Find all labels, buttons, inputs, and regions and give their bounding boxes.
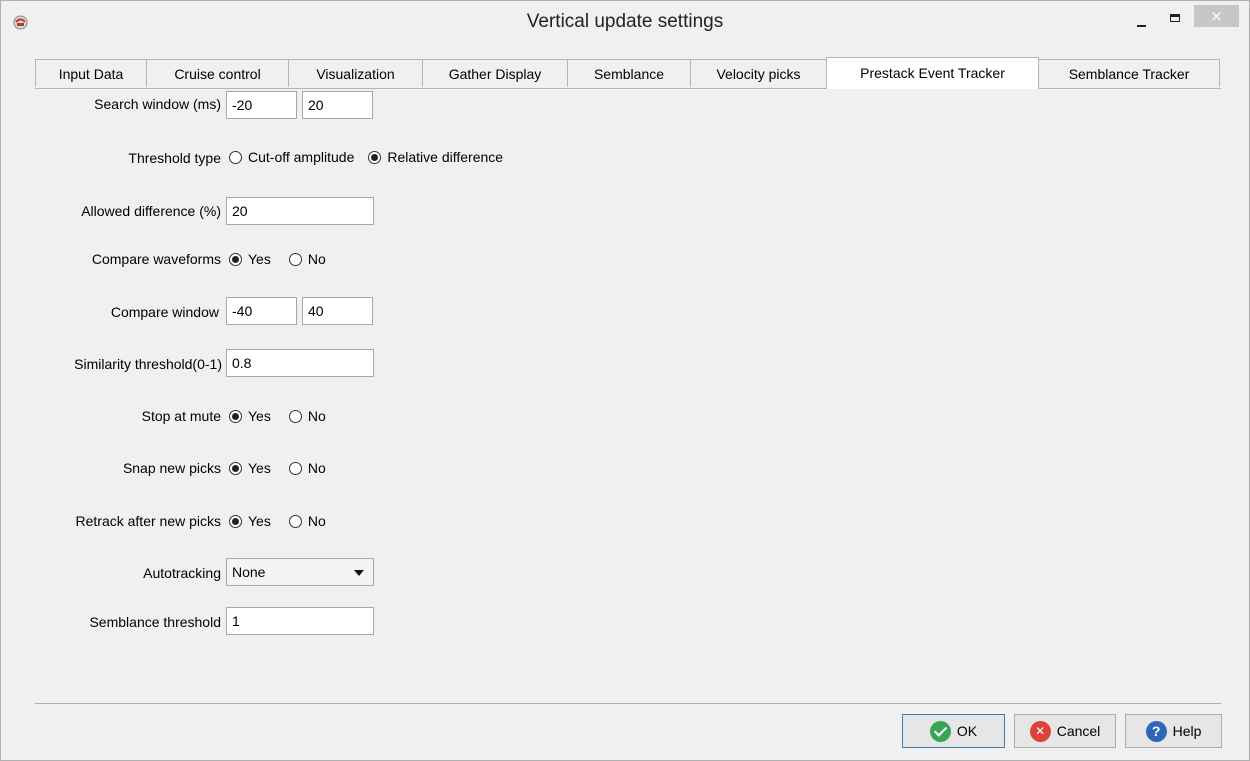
search-window-max-field[interactable] [302,91,373,119]
retrack-yes-label: Yes [248,513,271,529]
snap-new-picks-no-label: No [307,460,326,476]
help-button[interactable]: ? Help [1125,714,1222,748]
snap-new-picks-radio-group: Yes No [229,460,344,476]
stop-at-mute-no-radio[interactable]: No [288,408,326,424]
radio-unchecked-icon [288,461,302,475]
similarity-threshold-field[interactable] [226,349,374,377]
retrack-yes-radio[interactable]: Yes [229,513,271,529]
search-window-min-field[interactable] [226,91,297,119]
cancel-icon: ✕ [1029,720,1051,742]
help-icon: ? [1145,720,1167,742]
autotracking-value: None [232,564,266,580]
compare-waveforms-yes-radio[interactable]: Yes [229,251,271,267]
ok-label: OK [956,723,978,739]
window-title: Vertical update settings [526,11,724,32]
stop-at-mute-label: Stop at mute [141,408,221,424]
retrack-radio-group: Yes No [229,513,344,529]
autotracking-select[interactable]: None [226,558,374,586]
radio-unchecked-icon [288,409,302,423]
compare-window-label: Compare window [110,304,219,320]
retrack-after-new-picks-label: Retrack after new picks [75,513,222,529]
radio-unchecked-icon [288,252,302,266]
tab-divider [35,88,1221,89]
compare-waveforms-label: Compare waveforms [91,251,221,267]
tab-gather-display[interactable]: Gather Display [422,59,568,87]
tab-cruise-control[interactable]: Cruise control [146,59,289,87]
threshold-relative-label: Relative difference [387,149,504,165]
tab-semblance-tracker[interactable]: Semblance Tracker [1038,59,1220,87]
stop-at-mute-yes-radio[interactable]: Yes [229,408,271,424]
snap-new-picks-yes-radio[interactable]: Yes [229,460,271,476]
stop-at-mute-no-label: No [307,408,326,424]
retrack-no-label: No [307,513,326,529]
tab-input-data[interactable]: Input Data [35,59,147,87]
tab-semblance[interactable]: Semblance [567,59,691,87]
threshold-relative-radio[interactable]: Relative difference [368,149,503,165]
threshold-type-radio-group: Cut-off amplitude Relative difference [229,149,521,165]
ok-button[interactable]: OK [902,714,1005,748]
compare-waveforms-no-label: No [307,251,326,267]
tab-prestack-event-tracker[interactable]: Prestack Event Tracker [826,57,1039,89]
retrack-no-radio[interactable]: No [288,513,326,529]
close-button[interactable]: × [1194,5,1239,27]
compare-window-min-field[interactable] [226,297,297,325]
chevron-down-icon [354,570,364,576]
minimize-icon [1137,25,1146,27]
compare-window-max-field[interactable] [302,297,373,325]
radio-unchecked-icon [288,514,302,528]
radio-checked-icon [229,409,242,423]
minimize-button[interactable] [1126,7,1156,35]
radio-checked-icon [229,461,242,475]
allowed-difference-label: Allowed difference (%) [81,203,221,219]
check-icon [929,720,951,742]
footer-separator [35,703,1221,704]
compare-waveforms-yes-label: Yes [248,251,271,267]
cancel-button[interactable]: ✕ Cancel [1014,714,1116,748]
search-window-label: Search window (ms) [94,96,221,112]
snap-new-picks-label: Snap new picks [122,460,221,476]
close-icon: × [1210,7,1223,25]
threshold-cutoff-label: Cut-off amplitude [248,149,355,165]
dialog-window: Vertical update settings × Input Data Cr… [0,0,1250,761]
snap-new-picks-no-radio[interactable]: No [288,460,326,476]
allowed-difference-field[interactable] [226,197,374,225]
compare-waveforms-radio-group: Yes No [229,251,344,267]
maximize-icon [1170,14,1180,22]
maximize-button[interactable] [1160,7,1190,35]
snap-new-picks-yes-label: Yes [248,460,271,476]
radio-checked-icon [229,252,242,266]
help-label: Help [1172,723,1202,739]
tab-visualization[interactable]: Visualization [288,59,423,87]
radio-checked-icon [368,150,382,164]
autotracking-label: Autotracking [143,565,221,581]
radio-unchecked-icon [229,150,242,164]
threshold-cutoff-radio[interactable]: Cut-off amplitude [229,149,354,165]
title-bar: Vertical update settings × [1,1,1249,43]
stop-at-mute-yes-label: Yes [248,408,271,424]
similarity-threshold-label: Similarity threshold(0-1) [74,356,222,372]
cancel-label: Cancel [1056,723,1101,739]
compare-waveforms-no-radio[interactable]: No [288,251,326,267]
tab-velocity-picks[interactable]: Velocity picks [690,59,827,87]
threshold-type-label: Threshold type [128,150,221,166]
radio-checked-icon [229,514,242,528]
semblance-threshold-label: Semblance threshold [89,614,221,630]
semblance-threshold-field[interactable] [226,607,374,635]
stop-at-mute-radio-group: Yes No [229,408,344,424]
